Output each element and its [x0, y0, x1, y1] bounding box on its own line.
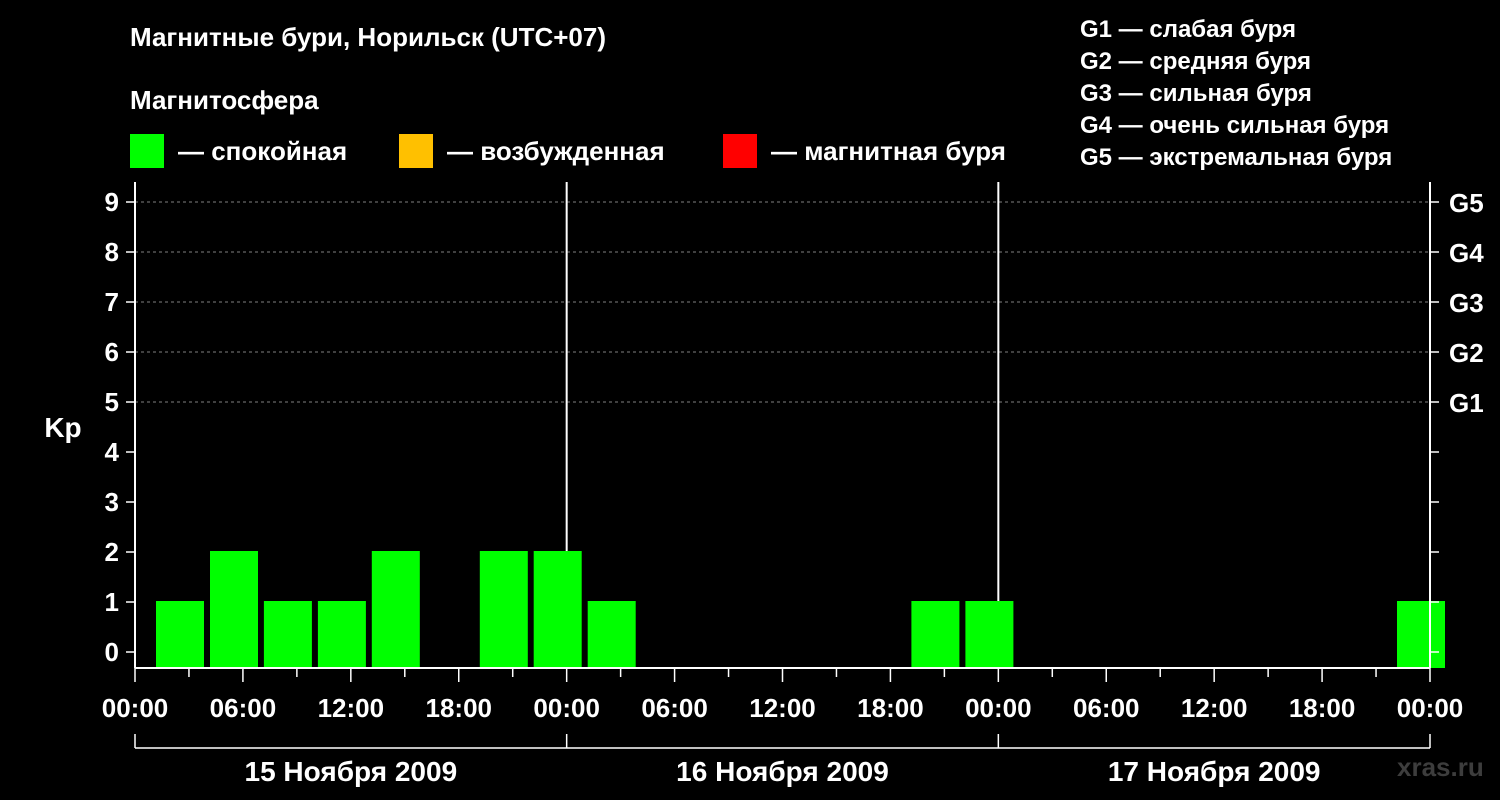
y-tick-label: 3 [105, 487, 119, 517]
day-label: 16 Ноября 2009 [676, 756, 889, 787]
watermark: xras.ru [1397, 752, 1484, 782]
y-tick-label: 4 [105, 437, 120, 467]
x-tick-label: 06:00 [1073, 693, 1140, 723]
storm-level-label: G1 [1449, 388, 1484, 418]
y-tick-label: 8 [105, 237, 119, 267]
storm-level-label: G3 [1449, 288, 1484, 318]
x-tick-label: 12:00 [318, 693, 385, 723]
y-axis-label: Kp [44, 412, 81, 443]
x-tick-label: 00:00 [533, 693, 600, 723]
kp-bar [317, 601, 366, 668]
day-label: 17 Ноября 2009 [1108, 756, 1321, 787]
y-tick-label: 1 [105, 587, 119, 617]
kp-bar [911, 601, 960, 668]
x-tick-label: 00:00 [965, 693, 1032, 723]
storm-level-label: G2 [1449, 338, 1484, 368]
kp-bar-chart: 0 1 2 3 4 5 6 7 8 9 G1 G2 G3 G4 G5 Kp 00:00 06:00 12:00 18:… [44, 182, 1484, 787]
kp-bar [479, 551, 528, 668]
x-tick-label: 06:00 [641, 693, 708, 723]
y-tick-label: 5 [105, 387, 119, 417]
x-tick-label: 18:00 [857, 693, 924, 723]
storm-level-label: G5 [1449, 188, 1484, 218]
y-tick-label: 6 [105, 337, 119, 367]
x-tick-label: 18:00 [1289, 693, 1356, 723]
kp-bar [587, 601, 636, 668]
y-tick-label: 7 [105, 287, 119, 317]
kp-bar [210, 551, 258, 668]
storm-level-label: G4 [1449, 238, 1484, 268]
y-tick-label: 9 [105, 187, 119, 217]
x-tick-label: 00:00 [1397, 693, 1464, 723]
x-tick-label: 00:00 [102, 693, 169, 723]
kp-bar [965, 601, 1014, 668]
x-tick-label: 18:00 [426, 693, 493, 723]
kp-bar [371, 551, 420, 668]
y-tick-label: 2 [105, 537, 119, 567]
kp-bar [533, 551, 582, 668]
day-label: 15 Ноября 2009 [245, 756, 458, 787]
x-tick-label: 12:00 [1181, 693, 1248, 723]
kp-bar [156, 601, 204, 668]
kp-bar [263, 601, 312, 668]
y-tick-label: 0 [105, 637, 119, 667]
x-tick-label: 12:00 [749, 693, 816, 723]
kp-bar [1397, 601, 1445, 668]
x-tick-label: 06:00 [210, 693, 277, 723]
